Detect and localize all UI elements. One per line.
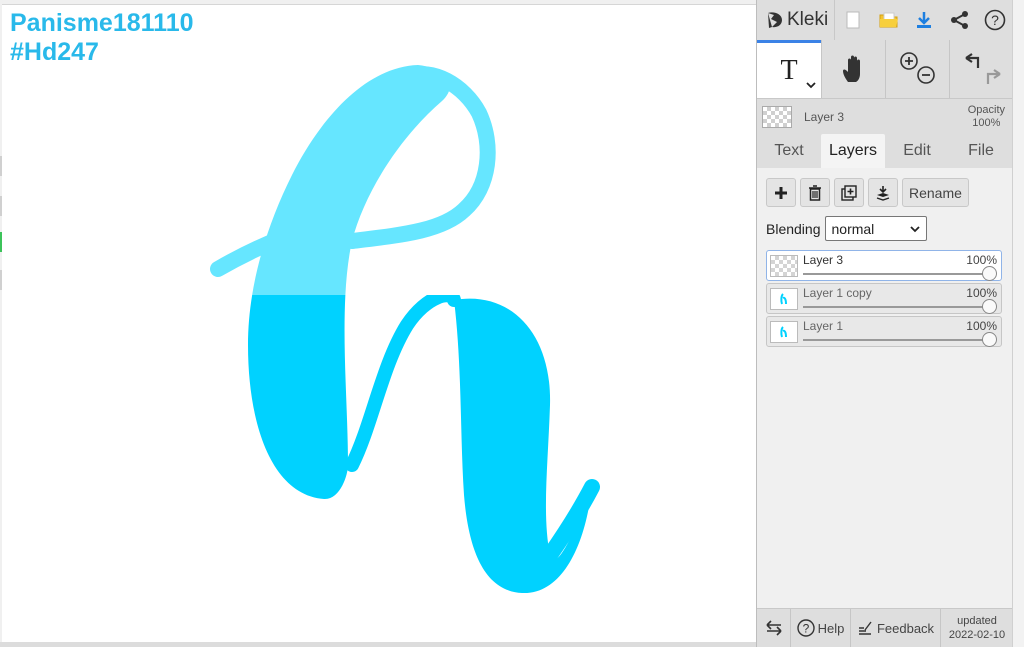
tab-text[interactable]: Text (757, 134, 821, 168)
layer-item-layer-1-copy[interactable]: Layer 1 copy 100% (766, 283, 1002, 314)
current-layer-summary: Layer 3 Opacity 100% (757, 98, 1013, 134)
svg-text:?: ? (802, 622, 809, 636)
drawing-canvas[interactable]: Panisme181110 #Hd247 (2, 4, 756, 642)
updated-label: updated (957, 615, 997, 627)
blending-row: Blending normal (766, 216, 927, 241)
layer-opacity: 100% (966, 286, 997, 300)
layers-tab-body: Rename Blending normal Layer 3 100% Laye… (757, 168, 1013, 608)
layer-opacity: 100% (966, 319, 997, 333)
layer-thumbnail (770, 321, 798, 343)
text-tool-button[interactable]: T (757, 40, 821, 98)
download-icon[interactable] (906, 0, 942, 40)
canvas-watermark-text: Panisme181110 #Hd247 (10, 9, 194, 67)
letter-upper-part (210, 65, 496, 295)
layer-list: Layer 3 100% Layer 1 copy 100% Layer 1 1… (766, 250, 1002, 349)
opacity-slider-track[interactable] (803, 339, 993, 341)
blending-select[interactable]: normal (824, 216, 927, 241)
blending-value: normal (831, 220, 875, 237)
brand-name: Kleki (787, 9, 829, 30)
opacity-value: 100% (972, 116, 1001, 129)
panel-tabs: Text Layers Edit File (757, 134, 1013, 168)
share-icon[interactable] (942, 0, 978, 40)
tab-layers[interactable]: Layers (821, 134, 885, 168)
layer-name: Layer 1 copy (803, 286, 872, 300)
opacity-slider-handle[interactable] (982, 332, 997, 347)
plus-icon (775, 186, 787, 199)
blending-label: Blending (766, 220, 821, 237)
hand-tool-button[interactable] (821, 40, 885, 98)
swap-arrows-icon (765, 620, 782, 636)
layer-opacity: 100% (966, 253, 997, 267)
rename-layer-button[interactable]: Rename (902, 178, 969, 207)
current-layer-opacity: Opacity 100% (968, 104, 1005, 130)
feedback-button[interactable]: Feedback (851, 609, 941, 647)
kleki-app: Panisme181110 #Hd247 Kleki ? T Layer 3 O… (0, 0, 1024, 647)
letter-h-artwork (210, 65, 600, 594)
current-layer-name: Layer 3 (804, 109, 845, 124)
opacity-label: Opacity (967, 103, 1005, 116)
chevron-down-icon (909, 225, 920, 232)
updated-date: 2022-02-10 (948, 629, 1006, 641)
layer-name: Layer 1 (803, 319, 844, 333)
page-scrollbar[interactable] (1012, 0, 1024, 647)
opacity-slider-handle[interactable] (982, 299, 997, 314)
kleki-logo[interactable]: Kleki (757, 0, 836, 40)
side-panel: Kleki ? T Layer 3 Opacity 100% Text Laye… (756, 0, 1013, 647)
new-image-icon[interactable] (835, 0, 871, 40)
zoom-buttons (885, 40, 949, 98)
text-tool-icon: T (780, 54, 798, 86)
help-circle-icon: ? (796, 619, 815, 637)
layer-thumbnail (770, 255, 798, 277)
opacity-slider-track[interactable] (803, 273, 993, 275)
help-icon[interactable]: ? (977, 0, 1013, 40)
redo-icon (986, 69, 1001, 84)
tab-edit[interactable]: Edit (885, 134, 949, 168)
chevron-down-icon[interactable] (806, 76, 816, 94)
undo-icon (964, 53, 979, 68)
delete-layer-button[interactable] (800, 178, 830, 207)
open-folder-icon[interactable] (871, 0, 907, 40)
layer-name: Layer 3 (803, 253, 844, 267)
add-layer-button[interactable] (766, 178, 796, 207)
layer-item-layer-3[interactable]: Layer 3 100% (766, 250, 1002, 281)
hand-tool-icon (842, 55, 860, 82)
merge-down-icon (876, 185, 890, 201)
zoom-out-icon (916, 66, 935, 84)
zoom-in-icon (899, 52, 918, 70)
canvas-area[interactable]: Panisme181110 #Hd247 (0, 0, 756, 647)
opacity-slider-track[interactable] (803, 306, 993, 308)
undo-redo-buttons (949, 40, 1013, 98)
duplicate-layer-button[interactable] (834, 178, 864, 207)
updated-info[interactable]: updated 2022-02-10 (941, 609, 1013, 647)
updated-text: updated 2022-02-10 (949, 614, 1005, 642)
top-toolbar: Kleki ? (757, 0, 1013, 40)
watermark-line-1: Panisme181110 (10, 9, 194, 37)
kleki-logo-icon (768, 12, 782, 28)
feedback-pen-icon (858, 621, 872, 635)
swap-sides-button[interactable] (757, 609, 791, 647)
feedback-label: Feedback (876, 620, 935, 636)
duplicate-icon (841, 184, 857, 201)
merge-down-button[interactable] (868, 178, 898, 207)
bottom-toolbar: ? Help Feedback updated 2022-02-10 (757, 608, 1013, 647)
tool-row: T (757, 40, 1013, 98)
current-layer-thumbnail (762, 105, 792, 128)
undo-redo-icons[interactable] (960, 50, 1004, 88)
help-label: Help (817, 620, 845, 636)
layer-actions: Rename (766, 178, 969, 207)
watermark-line-2: #Hd247 (10, 38, 99, 66)
layer-item-layer-1[interactable]: Layer 1 100% (766, 316, 1002, 347)
letter-lower-part (248, 295, 600, 594)
svg-text:?: ? (991, 12, 999, 28)
opacity-slider-handle[interactable] (982, 266, 997, 281)
canvas-bottom-strip (0, 642, 756, 647)
trash-icon (809, 184, 821, 201)
zoom-in-out-icons[interactable] (898, 51, 938, 87)
help-button[interactable]: ? Help (791, 609, 851, 647)
tab-file[interactable]: File (949, 134, 1013, 168)
layer-thumbnail (770, 288, 798, 310)
